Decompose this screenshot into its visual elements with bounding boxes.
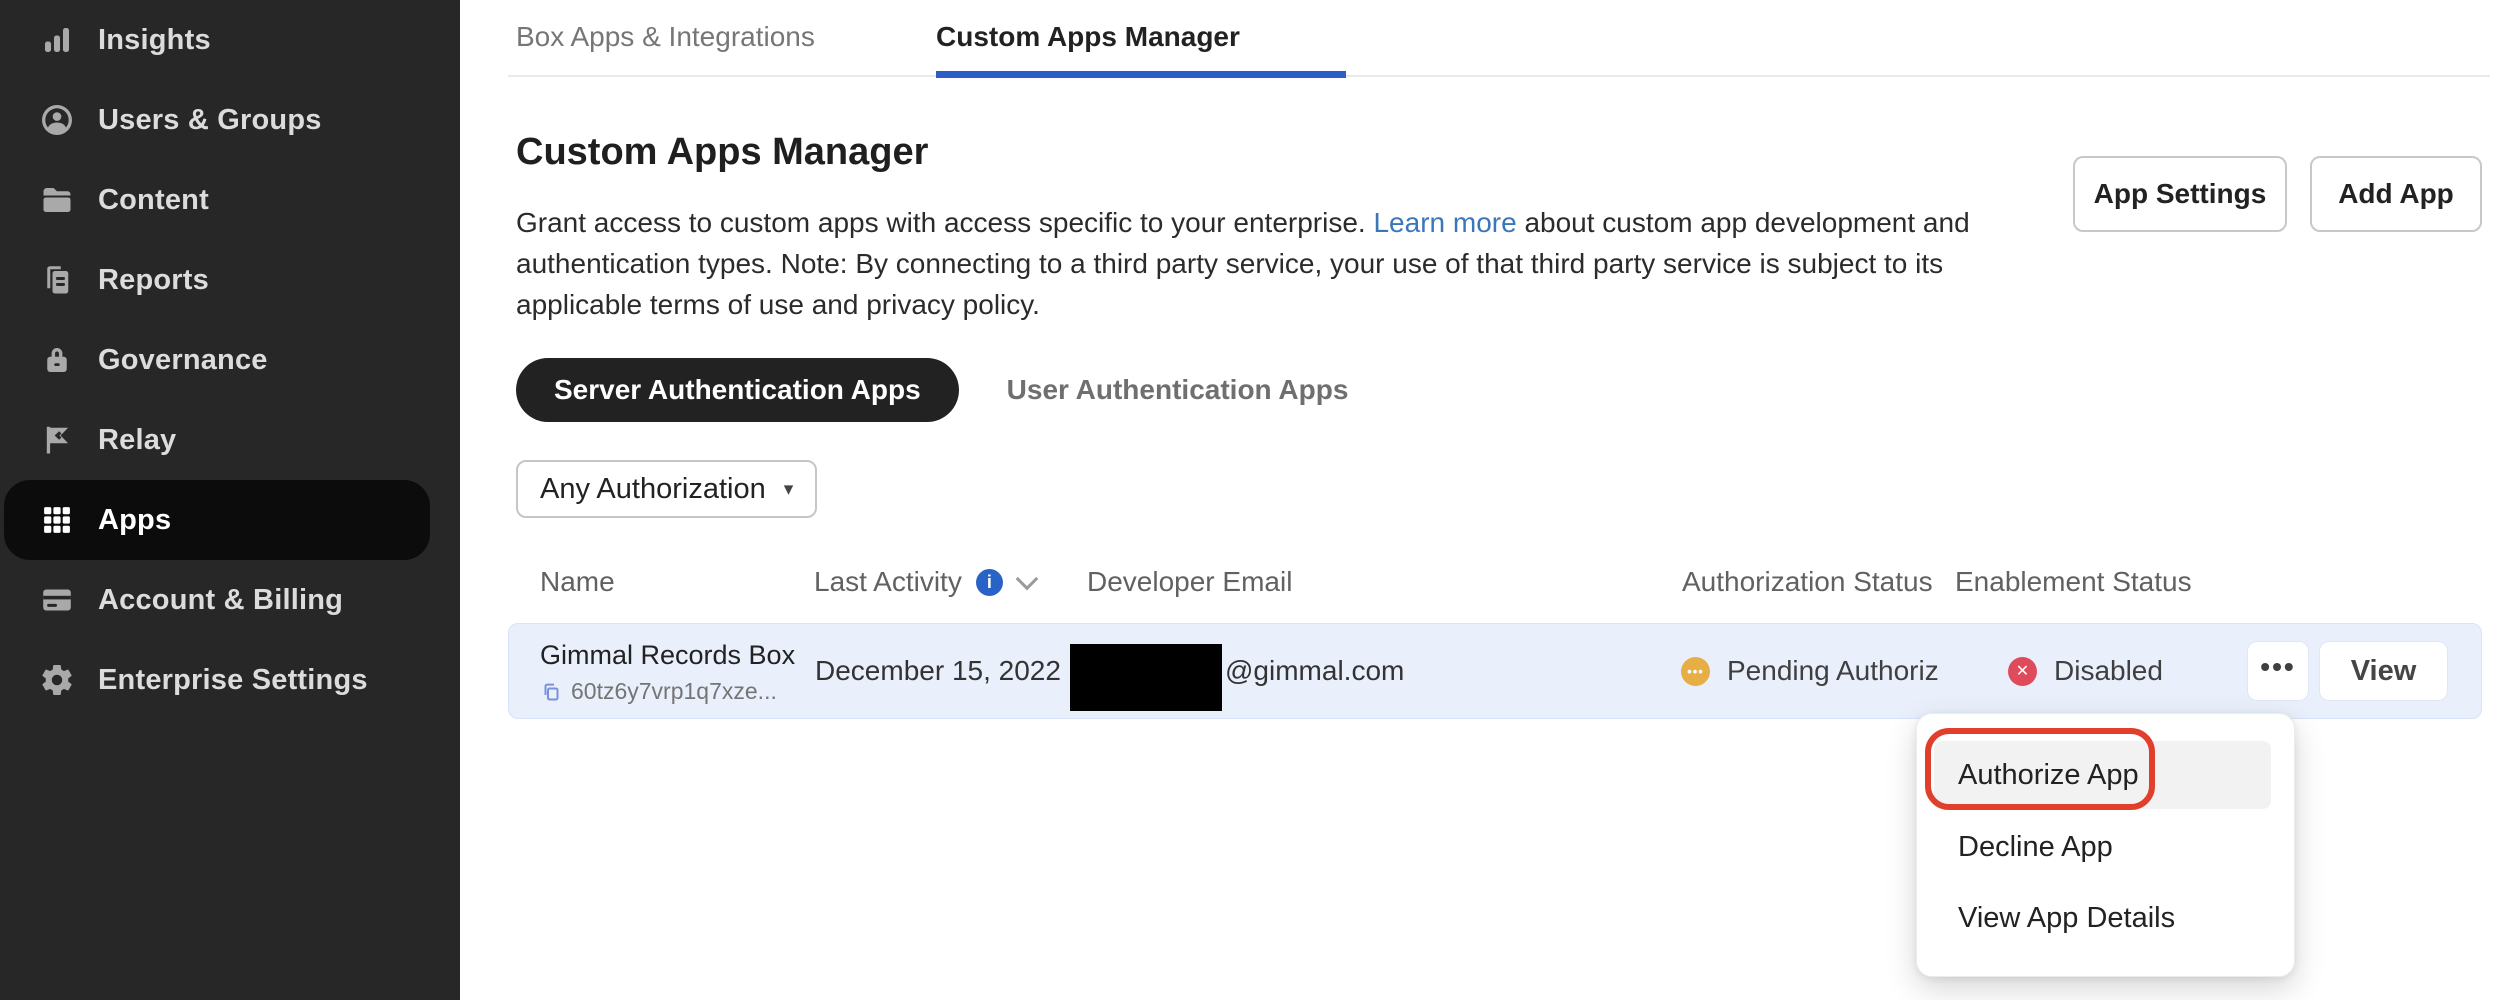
gear-icon (38, 661, 76, 699)
column-header-enablement-status: Enablement Status (1955, 566, 2192, 598)
column-header-authorization-status: Authorization Status (1682, 566, 1933, 598)
tab-custom-apps-manager[interactable]: Custom Apps Manager (936, 20, 1240, 54)
app-name: Gimmal Records Box (540, 640, 795, 671)
sidebar-label: Content (98, 184, 209, 217)
authorization-status-cell: ••• Pending Authoriz (1681, 624, 1939, 718)
filter-selected-value: Any Authorization (540, 473, 766, 506)
bar-chart-icon (38, 21, 76, 59)
enablement-status-text: Disabled (2054, 655, 2163, 687)
authorization-status-text: Pending Authoriz (1727, 655, 1939, 687)
sidebar-label: Insights (98, 24, 211, 57)
sidebar-label: Enterprise Settings (98, 664, 368, 697)
pending-status-icon: ••• (1681, 657, 1710, 686)
lock-icon (38, 341, 76, 379)
tab-bar-divider (508, 75, 2490, 77)
sidebar-label: Account & Billing (98, 584, 343, 617)
tab-user-authentication-apps[interactable]: User Authentication Apps (1007, 374, 1349, 406)
sidebar-item-relay[interactable]: Relay (0, 400, 460, 480)
page-description: Grant access to custom apps with access … (516, 202, 1984, 325)
sidebar-item-governance[interactable]: Governance (0, 320, 460, 400)
tab-box-apps-integrations[interactable]: Box Apps & Integrations (516, 20, 815, 54)
table-row[interactable]: Gimmal Records Box 60tz6y7vrp1q7xze... D… (508, 623, 2482, 719)
column-header-label: Last Activity (814, 566, 962, 598)
redacted-email-box (1070, 644, 1222, 711)
sidebar-label: Governance (98, 344, 268, 377)
app-id: 60tz6y7vrp1q7xze... (571, 678, 777, 705)
sidebar-item-content[interactable]: Content (0, 160, 460, 240)
column-header-name: Name (540, 566, 615, 598)
app-name-cell: Gimmal Records Box 60tz6y7vrp1q7xze... (540, 640, 795, 705)
sidebar-item-enterprise-settings[interactable]: Enterprise Settings (0, 640, 460, 720)
description-text: Grant access to custom apps with access … (516, 207, 1373, 238)
grid-icon (38, 501, 76, 539)
menu-item-decline-app[interactable]: Decline App (1958, 831, 2113, 864)
auth-type-segmented-control: Server Authentication Apps User Authenti… (516, 358, 1348, 422)
sort-chevron-down-icon[interactable] (1016, 568, 1039, 591)
menu-item-authorize-app[interactable]: Authorize App (1958, 759, 2139, 792)
copy-icon[interactable] (540, 681, 562, 703)
tab-server-authentication-apps[interactable]: Server Authentication Apps (516, 358, 959, 422)
sidebar-item-account-billing[interactable]: Account & Billing (0, 560, 460, 640)
info-icon[interactable]: i (976, 569, 1003, 596)
sidebar-item-reports[interactable]: Reports (0, 240, 460, 320)
last-activity-cell: December 15, 2022 (815, 624, 1061, 718)
active-tab-underline (936, 71, 1346, 78)
sidebar-label: Apps (98, 504, 171, 537)
folder-icon (38, 181, 76, 219)
sidebar-label: Relay (98, 424, 176, 457)
credit-card-icon (38, 581, 76, 619)
chevron-down-icon: ▾ (784, 478, 794, 501)
column-header-developer-email: Developer Email (1087, 566, 1292, 598)
more-actions-button[interactable]: ••• (2247, 641, 2309, 701)
sidebar-item-insights[interactable]: Insights (0, 0, 460, 80)
sidebar: Insights Users & Groups Content Reports (0, 0, 460, 1000)
enablement-status-cell: ✕ Disabled (2008, 624, 2163, 718)
relay-flag-icon (38, 421, 76, 459)
developer-email-cell: @gimmal.com (1225, 624, 1404, 718)
learn-more-link[interactable]: Learn more (1373, 207, 1516, 238)
menu-item-view-app-details[interactable]: View App Details (1958, 902, 2175, 935)
authorization-filter-dropdown[interactable]: Any Authorization ▾ (516, 460, 817, 518)
disabled-status-icon: ✕ (2008, 657, 2037, 686)
user-circle-icon (38, 101, 76, 139)
page-title: Custom Apps Manager (516, 131, 928, 174)
sidebar-label: Users & Groups (98, 104, 322, 137)
sidebar-label: Reports (98, 264, 209, 297)
app-settings-button[interactable]: App Settings (2073, 156, 2287, 232)
add-app-button[interactable]: Add App (2310, 156, 2482, 232)
sidebar-item-apps[interactable]: Apps (4, 480, 430, 560)
column-header-last-activity: Last Activity i (814, 566, 1035, 598)
custom-apps-manager-screen: Insights Users & Groups Content Reports (0, 0, 2506, 1000)
view-button[interactable]: View (2319, 641, 2448, 701)
row-actions-context-menu: Authorize App Decline App View App Detai… (1916, 713, 2295, 977)
report-pages-icon (38, 261, 76, 299)
sidebar-item-users-groups[interactable]: Users & Groups (0, 80, 460, 160)
